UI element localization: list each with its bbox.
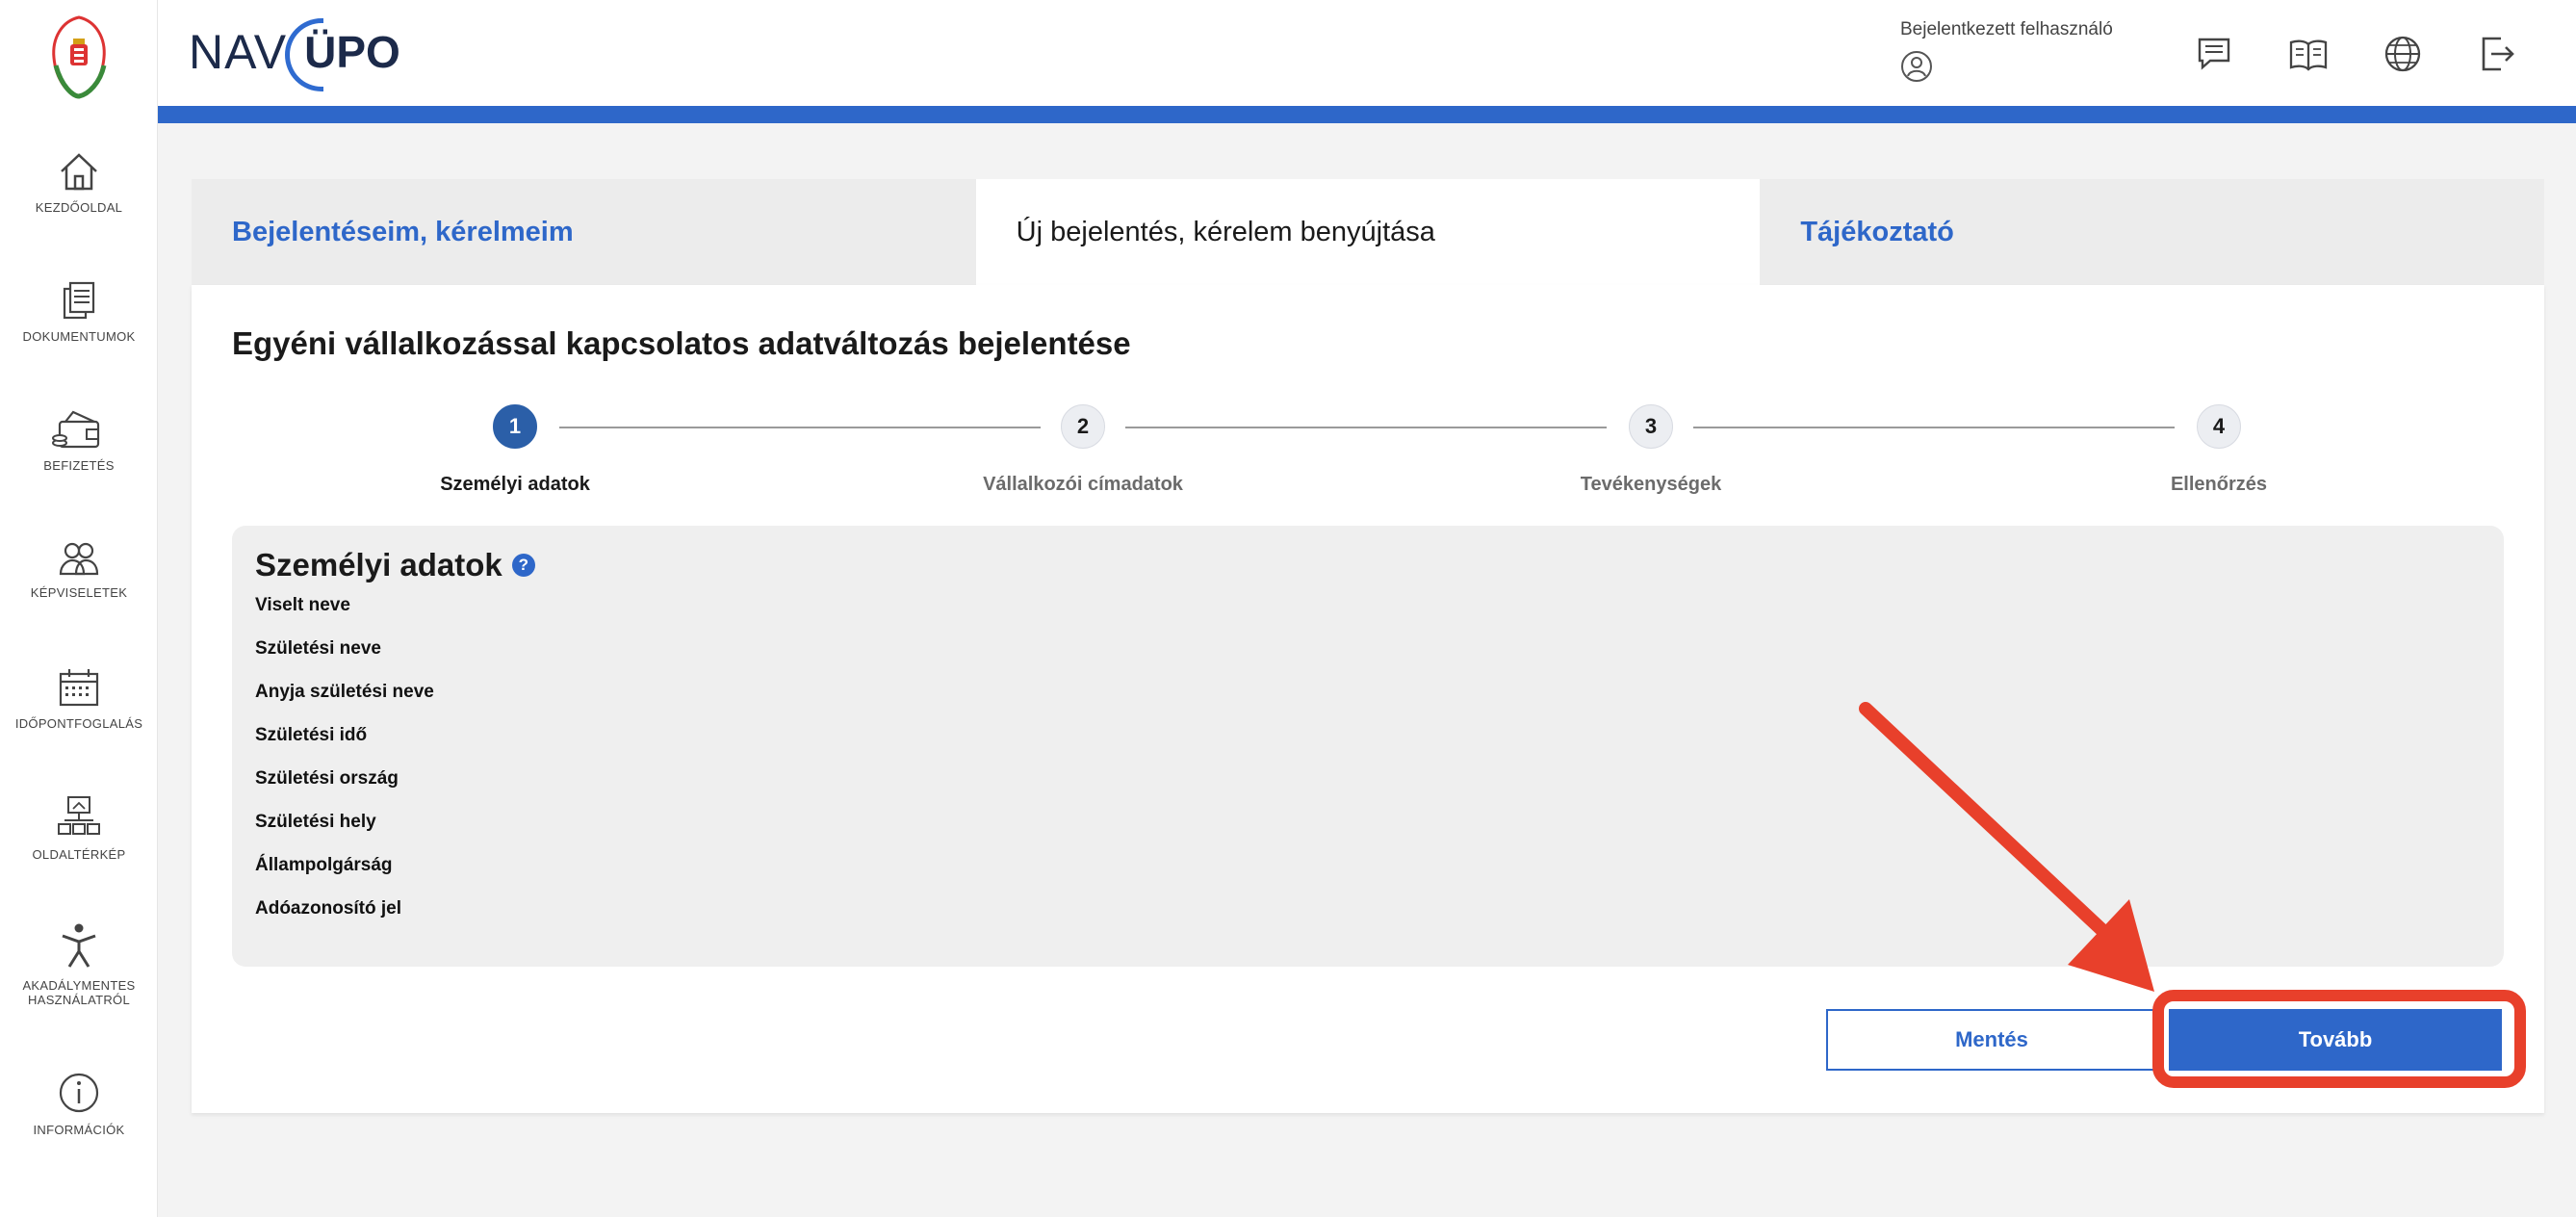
- documents-icon: [63, 281, 95, 320]
- user-status-label: Bejelentkezett felhasználó: [1900, 19, 2113, 39]
- sidebar: KEZDŐOLDAL DOKUMENTUMOK BEFIZETÉS KÉPVIS…: [0, 0, 158, 1217]
- step-number: 1: [493, 404, 537, 449]
- logout-icon[interactable]: [2476, 33, 2518, 75]
- help-icon[interactable]: ?: [511, 554, 535, 577]
- form-card: Egyéni vállalkozással kapcsolatos adatvá…: [192, 285, 2544, 1113]
- field-label-birth-date: Születési idő: [255, 725, 368, 745]
- sidebar-item-accessibility[interactable]: AKADÁLYMENTES HASZNÁLATRÓL: [0, 922, 158, 1007]
- step-label: Vállalkozói címadatok: [983, 474, 1183, 495]
- coat-of-arms-logo[interactable]: [44, 12, 114, 100]
- info-icon: [59, 1073, 99, 1113]
- field-label-mother-birth-name: Anyja születési neve: [255, 682, 434, 702]
- step-3[interactable]: 3 Tevékenységek: [1507, 404, 1795, 496]
- sidebar-item-payment[interactable]: BEFIZETÉS: [0, 408, 158, 473]
- sidebar-item-label: KÉPVISELETEK: [30, 585, 128, 600]
- wallet-icon: [52, 410, 100, 449]
- field-label-birth-country: Születési ország: [255, 768, 399, 789]
- logged-in-user[interactable]: Bejelentkezett felhasználó: [1900, 19, 2113, 88]
- users-icon: [59, 542, 99, 576]
- save-button[interactable]: Mentés: [1826, 1009, 2157, 1071]
- panel-title: Személyi adatok ?: [255, 547, 535, 583]
- tab-my-submissions[interactable]: Bejelentéseim, kérelmeim: [192, 179, 976, 285]
- field-label-tax-id: Adóazonosító jel: [255, 898, 401, 919]
- field-label-birth-name: Születési neve: [255, 638, 381, 659]
- step-2[interactable]: 2 Vállalkozói címadatok: [939, 404, 1227, 496]
- brand-arc-decoration: [285, 18, 324, 91]
- sidebar-item-label: OLDALTÉRKÉP: [32, 847, 126, 862]
- personal-data-panel: Személyi adatok ? Viselt neve Születési …: [232, 526, 2504, 967]
- tab-bar: Bejelentéseim, kérelmeim Új bejelentés, …: [192, 179, 2545, 285]
- step-number: 3: [1629, 404, 1673, 449]
- header-accent-bar: [158, 106, 2576, 123]
- field-label-birth-place: Születési hely: [255, 812, 376, 832]
- step-label: Ellenőrzés: [2170, 474, 2268, 495]
- tab-label: Új bejelentés, kérelem benyújtása: [1016, 216, 1435, 247]
- accessibility-icon: [62, 923, 96, 968]
- home-icon: [61, 153, 97, 191]
- sidebar-item-sitemap[interactable]: OLDALTÉRKÉP: [0, 795, 158, 862]
- sitemap-icon: [58, 796, 100, 835]
- sidebar-item-label: DOKUMENTUMOK: [22, 329, 136, 344]
- annotation-highlight-box: [2152, 990, 2526, 1088]
- step-label: Személyi adatok: [440, 474, 590, 495]
- progress-stepper: 1 Személyi adatok 2 Vállalkozói címadato…: [192, 404, 2544, 501]
- nav-upo-logo[interactable]: NAV ÜPO: [189, 17, 400, 91]
- tab-label: Tájékoztató: [1800, 216, 1954, 247]
- tab-new-submission[interactable]: Új bejelentés, kérelem benyújtása: [975, 179, 1761, 285]
- tab-label: Bejelentéseim, kérelmeim: [232, 216, 574, 247]
- user-avatar-icon: [1901, 51, 1932, 82]
- page-title: Egyéni vállalkozással kapcsolatos adatvá…: [232, 325, 1131, 361]
- top-header: NAV ÜPO Bejelentkezett felhasználó: [158, 0, 2576, 106]
- step-number: 4: [2197, 404, 2241, 449]
- brand-nav-text: NAV: [189, 25, 288, 79]
- sidebar-item-label: IDŐPONTFOGLALÁS: [14, 716, 143, 731]
- step-4[interactable]: 4 Ellenőrzés: [2074, 404, 2363, 496]
- step-1[interactable]: 1 Személyi adatok: [371, 404, 659, 496]
- sidebar-item-label: AKADÁLYMENTES HASZNÁLATRÓL: [22, 978, 136, 1007]
- sidebar-item-label: INFORMÁCIÓK: [33, 1123, 125, 1137]
- field-label-current-name: Viselt neve: [255, 595, 350, 615]
- sidebar-item-info[interactable]: INFORMÁCIÓK: [0, 1071, 158, 1137]
- field-label-citizenship: Állampolgárság: [255, 855, 393, 875]
- brand-upo-text: ÜPO: [285, 18, 400, 91]
- step-number: 2: [1061, 404, 1105, 449]
- sidebar-item-documents[interactable]: DOKUMENTUMOK: [0, 279, 158, 344]
- globe-icon[interactable]: [2382, 33, 2424, 75]
- book-icon[interactable]: [2287, 33, 2330, 75]
- panel-title-text: Személyi adatok: [255, 547, 502, 583]
- sidebar-item-label: BEFIZETÉS: [43, 458, 115, 473]
- message-icon[interactable]: [2193, 33, 2235, 75]
- sidebar-item-appointment[interactable]: IDŐPONTFOGLALÁS: [0, 666, 158, 731]
- calendar-icon: [59, 669, 99, 707]
- sidebar-item-label: KEZDŐOLDAL: [35, 200, 123, 215]
- sidebar-item-home[interactable]: KEZDŐOLDAL: [0, 150, 158, 215]
- sidebar-item-representations[interactable]: KÉPVISELETEK: [0, 539, 158, 600]
- tab-information[interactable]: Tájékoztató: [1760, 179, 2545, 285]
- step-label: Tevékenységek: [1580, 474, 1722, 495]
